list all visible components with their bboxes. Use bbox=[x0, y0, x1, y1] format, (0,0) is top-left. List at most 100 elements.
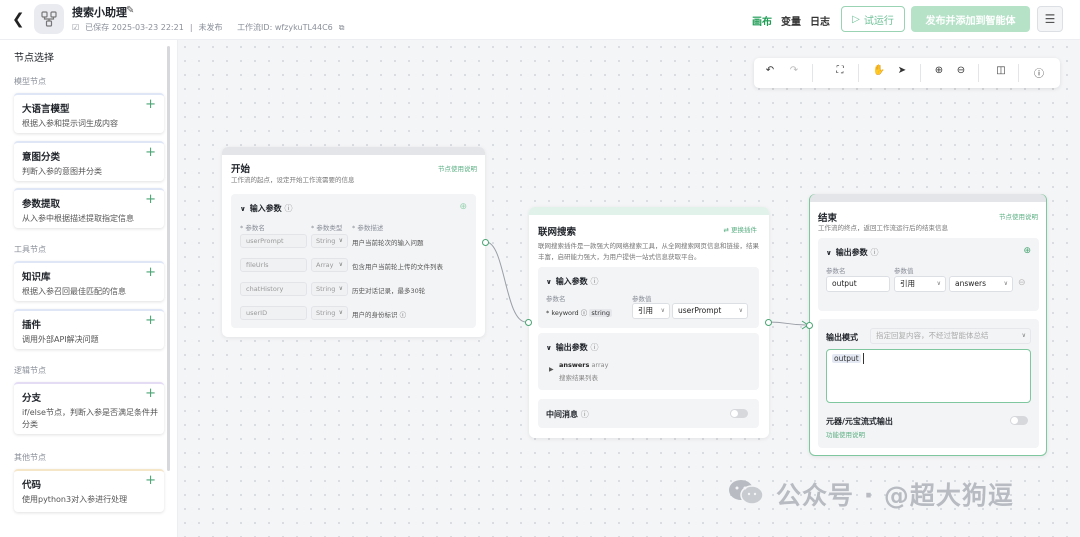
param-name-field: chatHistory bbox=[240, 282, 307, 296]
change-plugin-link[interactable]: ⇄ 更换插件 bbox=[723, 224, 757, 234]
item-desc: 使用python3对入参进行处理 bbox=[22, 495, 128, 504]
ref-value-select[interactable]: answers ∨ bbox=[949, 276, 1013, 292]
item-desc: 调用外部API解决问题 bbox=[22, 335, 99, 344]
node-help-link[interactable]: 节点使用说明 bbox=[999, 211, 1038, 221]
node-header-bar bbox=[529, 207, 769, 215]
item-name: 意图分类 bbox=[22, 152, 61, 163]
edit-pencil-icon[interactable]: ✎ bbox=[126, 5, 134, 16]
col-param-type: * 参数类型 bbox=[311, 224, 343, 232]
stream-help-link[interactable]: 功能使用说明 bbox=[826, 429, 865, 439]
output-mode-select[interactable]: 指定回复内容，不经过智能体总结 ∨ bbox=[870, 328, 1031, 344]
section-title[interactable]: ∨ 输出参数 ⓘ bbox=[826, 247, 878, 258]
info-icon: ⓘ bbox=[399, 311, 407, 319]
end-node[interactable]: 结束 节点使用说明 工作流的终点，返回工作流运行后的结束信息 ∨ 输出参数 ⓘ ⊕… bbox=[809, 194, 1047, 456]
swap-icon: ⇄ bbox=[723, 226, 729, 234]
pointer-icon[interactable]: ➤ bbox=[894, 65, 910, 76]
tab-canvas[interactable]: 画布 bbox=[752, 13, 772, 28]
hand-pan-icon[interactable]: ✋ bbox=[871, 65, 887, 76]
start-node[interactable]: 开始 节点使用说明 工作流的起点，设定开始工作流需要的信息 ∨ 输入参数 ⓘ ⊕ … bbox=[222, 147, 485, 337]
sidebar-item-llm[interactable]: 大语言模型 根据入参和提示词生成内容 + bbox=[14, 93, 164, 133]
ref-value-select[interactable]: userPrompt ∨ bbox=[672, 303, 748, 319]
fit-view-icon[interactable]: ⛶ bbox=[832, 65, 848, 76]
help-icon[interactable]: ⓘ bbox=[1031, 65, 1047, 80]
search-node[interactable]: 联网搜索 ⇄ 更换插件 联网搜索插件是一款强大的网络搜索工具，从全网搜索网页信息… bbox=[529, 207, 769, 438]
node-help-link[interactable]: 节点使用说明 bbox=[438, 163, 477, 173]
top-bar: ❮ 搜索小助理 ✎ ☑ 已保存 2025-03-23 22:21 | 未发布 工作流I… bbox=[0, 0, 1080, 40]
info-icon: ⓘ bbox=[590, 277, 599, 286]
output-name-field[interactable]: output bbox=[826, 276, 890, 292]
redo-icon[interactable]: ↷ bbox=[786, 65, 802, 76]
node-title: 结束 bbox=[818, 213, 838, 224]
variable-tag[interactable]: output bbox=[832, 354, 861, 363]
sidebar-scrollbar[interactable] bbox=[167, 46, 170, 471]
param-type-select: String ∨ bbox=[311, 282, 348, 296]
node-title: 联网搜索 bbox=[538, 227, 577, 238]
toolbar-divider bbox=[858, 64, 859, 82]
publish-button[interactable]: 发布并添加到智能体 bbox=[911, 6, 1030, 32]
zoom-out-icon[interactable]: ⊖ bbox=[953, 65, 969, 76]
sidebar-item-param-extract[interactable]: 参数提取 从入参中根据描述提取指定信息 + bbox=[14, 188, 164, 228]
param-type-select: Array ∨ bbox=[311, 258, 348, 272]
back-arrow-icon[interactable]: ❮ bbox=[12, 10, 25, 28]
sidebar-item-code[interactable]: 代码 使用python3对入参进行处理 + bbox=[14, 469, 164, 512]
copy-icon[interactable]: ⧉ bbox=[339, 23, 345, 32]
item-desc: if/else节点，判断入参是否满足条件并分类 bbox=[22, 408, 158, 429]
sidebar-item-intent[interactable]: 意图分类 判断入参的意图并分类 + bbox=[14, 141, 164, 181]
end-output-panel: ∨ 输出参数 ⓘ ⊕ 参数名 参数值 output 引用 ∨ answers ∨ ⊖ bbox=[818, 238, 1039, 311]
node-desc-line2: 丰富，启研能力强大，为用户提供一站式信息获取平台。 bbox=[538, 253, 701, 261]
search-input-port[interactable] bbox=[525, 319, 532, 326]
add-plus-icon[interactable]: + bbox=[145, 145, 156, 160]
sidebar-item-knowledge[interactable]: 知识库 根据入参召回最佳匹配的信息 + bbox=[14, 261, 164, 301]
add-plus-icon[interactable]: + bbox=[145, 265, 156, 280]
add-plus-icon[interactable]: + bbox=[145, 386, 156, 401]
section-title[interactable]: ∨ 输入参数 ⓘ bbox=[240, 203, 292, 214]
test-run-button[interactable]: ▷ 试运行 bbox=[841, 6, 905, 32]
param-type-select: String ∨ bbox=[311, 234, 348, 248]
workflow-logo bbox=[34, 4, 64, 34]
add-plus-icon[interactable]: + bbox=[145, 97, 156, 112]
reply-content-editor[interactable]: output bbox=[826, 349, 1031, 403]
test-run-label: 试运行 bbox=[863, 15, 894, 27]
add-param-icon[interactable]: ⊕ bbox=[459, 202, 467, 212]
sidebar-item-plugin[interactable]: 插件 调用外部API解决问题 + bbox=[14, 309, 164, 349]
item-desc: 判断入参的意图并分类 bbox=[22, 167, 102, 176]
stream-output-toggle[interactable] bbox=[1010, 416, 1028, 425]
search-input-panel: ∨ 输入参数 ⓘ 参数名 参数值 * keyword ⓘ string 引用 ∨ u… bbox=[538, 267, 759, 328]
ref-type-select[interactable]: 引用 ∨ bbox=[632, 303, 670, 319]
group-model: 模型节点 bbox=[14, 77, 46, 86]
item-desc: 从入参中根据描述提取指定信息 bbox=[22, 214, 134, 223]
chevron-down-icon: ∨ bbox=[660, 307, 665, 314]
node-header-bar bbox=[810, 194, 1046, 202]
add-plus-icon[interactable]: + bbox=[145, 473, 156, 488]
node-header-bar bbox=[222, 147, 485, 155]
undo-icon[interactable]: ↶ bbox=[762, 65, 778, 76]
add-plus-icon[interactable]: + bbox=[145, 192, 156, 207]
ref-type-select[interactable]: 引用 ∨ bbox=[894, 276, 946, 292]
tab-logs[interactable]: 日志 bbox=[810, 13, 830, 28]
section-title[interactable]: ∨ 输入参数 ⓘ bbox=[546, 276, 598, 287]
sidebar-title: 节点选择 bbox=[14, 53, 54, 64]
tab-variables[interactable]: 变量 bbox=[781, 13, 801, 28]
param-desc: 用户当前轮次的输入问题 bbox=[352, 239, 424, 247]
remove-param-icon[interactable]: ⊖ bbox=[1018, 278, 1026, 288]
section-title[interactable]: ∨ 输出参数 ⓘ bbox=[546, 342, 598, 353]
canvas-toolbar: ↶ ↷ ⛶ ✋ ➤ ⊕ ⊖ ◫ ⓘ bbox=[754, 58, 1060, 88]
expand-caret-icon[interactable]: ▶ bbox=[549, 366, 554, 373]
saved-check-icon: ☑ bbox=[72, 23, 80, 32]
search-output-port[interactable] bbox=[765, 319, 772, 326]
node-desc: 工作流的起点，设定开始工作流需要的信息 bbox=[231, 176, 355, 184]
start-output-port[interactable] bbox=[482, 239, 489, 246]
col-param-value: 参数值 bbox=[894, 267, 914, 275]
toolbar-divider bbox=[1018, 64, 1019, 82]
add-plus-icon[interactable]: + bbox=[145, 313, 156, 328]
input-params-panel: ∨ 输入参数 ⓘ ⊕ * 参数名 * 参数类型 * 参数描述 userPrompt… bbox=[231, 194, 476, 328]
menu-icon[interactable]: ☰ bbox=[1037, 6, 1063, 32]
item-name: 代码 bbox=[22, 480, 42, 491]
end-input-port[interactable] bbox=[806, 322, 813, 329]
zoom-in-icon[interactable]: ⊕ bbox=[931, 65, 947, 76]
sidebar-item-branch[interactable]: 分支 if/else节点，判断入参是否满足条件并分类 + bbox=[14, 382, 164, 434]
toolbar-divider bbox=[920, 64, 921, 82]
middle-message-toggle[interactable] bbox=[730, 409, 748, 418]
add-param-icon[interactable]: ⊕ bbox=[1023, 246, 1031, 256]
layout-icon[interactable]: ◫ bbox=[993, 65, 1009, 76]
